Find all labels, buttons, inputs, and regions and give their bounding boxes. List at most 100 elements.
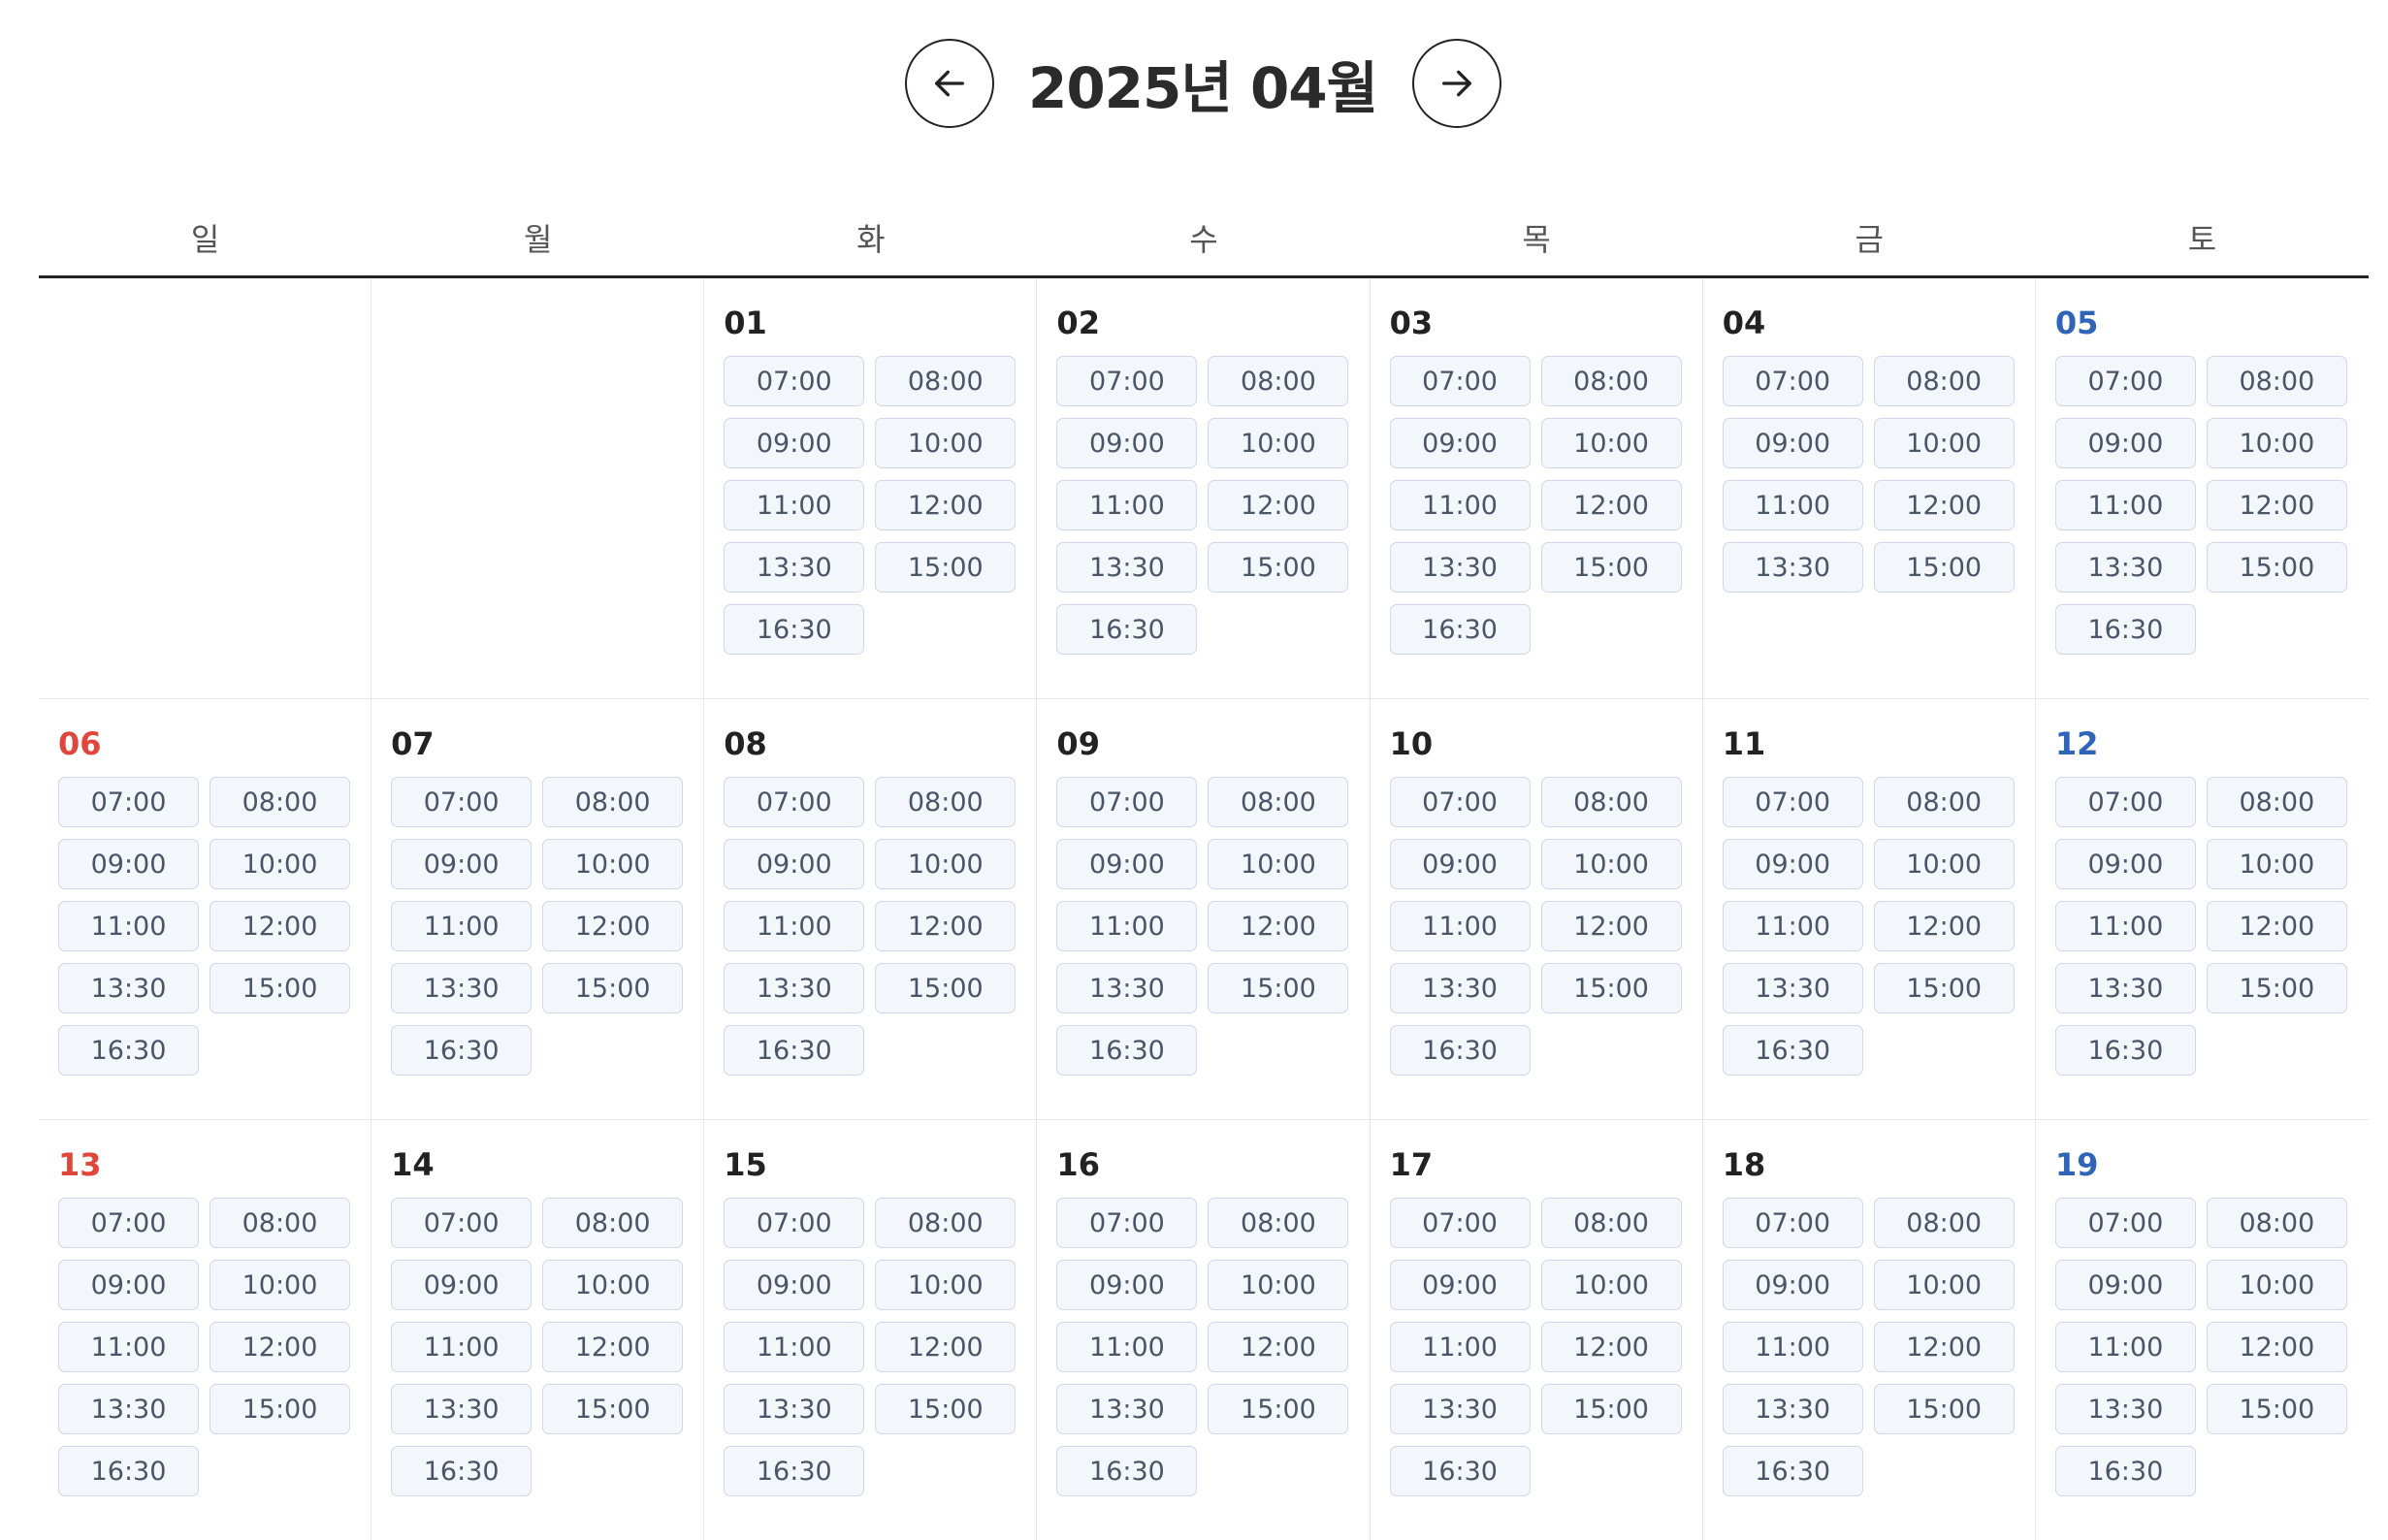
time-slot-button[interactable]: 15:00 (2206, 1384, 2347, 1434)
time-slot-button[interactable]: 15:00 (1208, 963, 1349, 1013)
time-slot-button[interactable]: 13:30 (1722, 963, 1863, 1013)
time-slot-button[interactable]: 15:00 (1873, 542, 2015, 593)
time-slot-button[interactable]: 07:00 (1722, 777, 1863, 827)
time-slot-button[interactable]: 10:00 (542, 1260, 684, 1310)
time-slot-button[interactable]: 13:30 (2054, 963, 2196, 1013)
time-slot-button[interactable]: 16:30 (58, 1025, 199, 1075)
time-slot-button[interactable]: 11:00 (1056, 480, 1198, 530)
time-slot-button[interactable]: 13:30 (1389, 963, 1531, 1013)
time-slot-button[interactable]: 08:00 (875, 777, 1017, 827)
time-slot-button[interactable]: 11:00 (1389, 480, 1531, 530)
time-slot-button[interactable]: 08:00 (1208, 1198, 1349, 1248)
time-slot-button[interactable]: 13:30 (391, 963, 532, 1013)
time-slot-button[interactable]: 16:30 (2054, 604, 2196, 655)
time-slot-button[interactable]: 15:00 (1208, 542, 1349, 593)
time-slot-button[interactable]: 08:00 (1873, 777, 2015, 827)
time-slot-button[interactable]: 10:00 (1208, 839, 1349, 889)
time-slot-button[interactable]: 07:00 (1056, 1198, 1198, 1248)
time-slot-button[interactable]: 16:30 (724, 1025, 865, 1075)
time-slot-button[interactable]: 08:00 (875, 1198, 1017, 1248)
time-slot-button[interactable]: 09:00 (391, 839, 532, 889)
time-slot-button[interactable]: 08:00 (1540, 777, 1682, 827)
time-slot-button[interactable]: 08:00 (1540, 1198, 1682, 1248)
time-slot-button[interactable]: 12:00 (1208, 901, 1349, 951)
time-slot-button[interactable]: 16:30 (1056, 604, 1198, 655)
time-slot-button[interactable]: 15:00 (1208, 1384, 1349, 1434)
time-slot-button[interactable]: 11:00 (2054, 901, 2196, 951)
time-slot-button[interactable]: 13:30 (58, 963, 199, 1013)
time-slot-button[interactable]: 10:00 (1873, 839, 2015, 889)
time-slot-button[interactable]: 15:00 (1873, 963, 2015, 1013)
time-slot-button[interactable]: 08:00 (1208, 356, 1349, 406)
time-slot-button[interactable]: 07:00 (58, 1198, 199, 1248)
time-slot-button[interactable]: 10:00 (542, 839, 684, 889)
time-slot-button[interactable]: 09:00 (1389, 839, 1531, 889)
time-slot-button[interactable]: 11:00 (1389, 901, 1531, 951)
time-slot-button[interactable]: 13:30 (1056, 542, 1198, 593)
time-slot-button[interactable]: 09:00 (1056, 418, 1198, 468)
time-slot-button[interactable]: 09:00 (1722, 1260, 1863, 1310)
time-slot-button[interactable]: 16:30 (1389, 1025, 1531, 1075)
time-slot-button[interactable]: 11:00 (2054, 480, 2196, 530)
time-slot-button[interactable]: 15:00 (1540, 1384, 1682, 1434)
time-slot-button[interactable]: 15:00 (542, 1384, 684, 1434)
time-slot-button[interactable]: 07:00 (1389, 356, 1531, 406)
time-slot-button[interactable]: 13:30 (1056, 1384, 1198, 1434)
time-slot-button[interactable]: 07:00 (2054, 777, 2196, 827)
time-slot-button[interactable]: 11:00 (391, 901, 532, 951)
time-slot-button[interactable]: 10:00 (875, 418, 1017, 468)
time-slot-button[interactable]: 10:00 (210, 839, 350, 889)
prev-month-button[interactable] (905, 39, 994, 128)
time-slot-button[interactable]: 16:30 (724, 604, 865, 655)
time-slot-button[interactable]: 16:30 (1389, 1446, 1531, 1496)
time-slot-button[interactable]: 12:00 (875, 1322, 1017, 1372)
time-slot-button[interactable]: 09:00 (58, 1260, 199, 1310)
time-slot-button[interactable]: 15:00 (210, 963, 350, 1013)
time-slot-button[interactable]: 11:00 (724, 1322, 865, 1372)
time-slot-button[interactable]: 11:00 (1389, 1322, 1531, 1372)
time-slot-button[interactable]: 11:00 (724, 901, 865, 951)
time-slot-button[interactable]: 09:00 (1389, 418, 1531, 468)
time-slot-button[interactable]: 12:00 (2206, 480, 2347, 530)
time-slot-button[interactable]: 11:00 (1722, 480, 1863, 530)
time-slot-button[interactable]: 10:00 (2206, 418, 2347, 468)
time-slot-button[interactable]: 07:00 (1056, 777, 1198, 827)
time-slot-button[interactable]: 13:30 (1722, 1384, 1863, 1434)
time-slot-button[interactable]: 11:00 (1722, 1322, 1863, 1372)
time-slot-button[interactable]: 09:00 (1389, 1260, 1531, 1310)
time-slot-button[interactable]: 10:00 (1540, 1260, 1682, 1310)
time-slot-button[interactable]: 12:00 (1540, 480, 1682, 530)
time-slot-button[interactable]: 12:00 (1540, 1322, 1682, 1372)
time-slot-button[interactable]: 13:30 (1389, 1384, 1531, 1434)
time-slot-button[interactable]: 13:30 (1722, 542, 1863, 593)
time-slot-button[interactable]: 16:30 (724, 1446, 865, 1496)
time-slot-button[interactable]: 10:00 (875, 839, 1017, 889)
time-slot-button[interactable]: 09:00 (1722, 839, 1863, 889)
time-slot-button[interactable]: 07:00 (391, 777, 532, 827)
time-slot-button[interactable]: 11:00 (2054, 1322, 2196, 1372)
time-slot-button[interactable]: 15:00 (542, 963, 684, 1013)
time-slot-button[interactable]: 10:00 (1208, 1260, 1349, 1310)
time-slot-button[interactable]: 10:00 (875, 1260, 1017, 1310)
time-slot-button[interactable]: 10:00 (1208, 418, 1349, 468)
time-slot-button[interactable]: 08:00 (2206, 356, 2347, 406)
time-slot-button[interactable]: 08:00 (1208, 777, 1349, 827)
time-slot-button[interactable]: 09:00 (391, 1260, 532, 1310)
time-slot-button[interactable]: 08:00 (1873, 356, 2015, 406)
time-slot-button[interactable]: 13:30 (2054, 542, 2196, 593)
time-slot-button[interactable]: 09:00 (1722, 418, 1863, 468)
time-slot-button[interactable]: 12:00 (1873, 901, 2015, 951)
time-slot-button[interactable]: 12:00 (542, 1322, 684, 1372)
time-slot-button[interactable]: 08:00 (1873, 1198, 2015, 1248)
time-slot-button[interactable]: 12:00 (2206, 1322, 2347, 1372)
time-slot-button[interactable]: 13:30 (724, 963, 865, 1013)
time-slot-button[interactable]: 15:00 (1873, 1384, 2015, 1434)
time-slot-button[interactable]: 13:30 (724, 1384, 865, 1434)
time-slot-button[interactable]: 10:00 (2206, 1260, 2347, 1310)
time-slot-button[interactable]: 16:30 (2054, 1025, 2196, 1075)
time-slot-button[interactable]: 16:30 (1389, 604, 1531, 655)
time-slot-button[interactable]: 15:00 (2206, 542, 2347, 593)
time-slot-button[interactable]: 13:30 (2054, 1384, 2196, 1434)
time-slot-button[interactable]: 11:00 (58, 1322, 199, 1372)
time-slot-button[interactable]: 13:30 (1389, 542, 1531, 593)
